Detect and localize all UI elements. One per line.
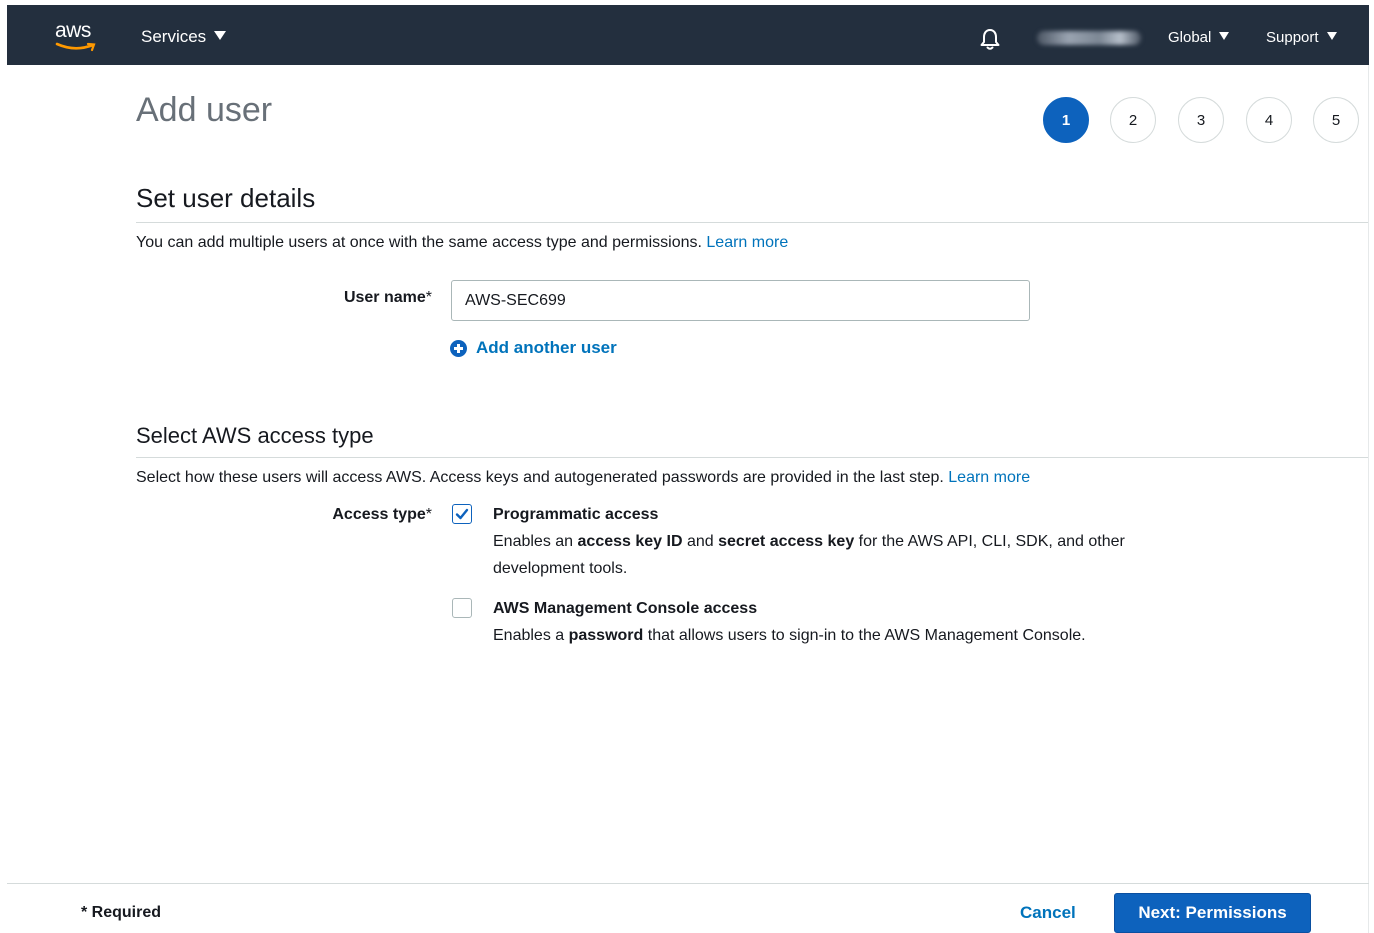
user-name-label: User name* <box>300 289 432 307</box>
region-label: Global <box>1168 29 1212 46</box>
console-access-title[interactable]: AWS Management Console access <box>493 600 757 618</box>
required-mark: * <box>425 289 432 306</box>
section-heading-user-details: Set user details <box>136 183 316 213</box>
chevron-down-icon <box>1219 32 1230 40</box>
checkmark-icon <box>455 508 469 520</box>
plus-circle-icon <box>450 339 467 357</box>
access-type-label-text: Access type <box>332 506 426 523</box>
wizard-step-2[interactable]: 2 <box>1110 97 1156 143</box>
wizard-step-5[interactable]: 5 <box>1313 97 1359 143</box>
desc-emphasis: access key ID <box>577 533 683 550</box>
support-label: Support <box>1266 29 1319 46</box>
add-another-user-link[interactable]: Add another user <box>450 338 617 358</box>
desc-text: and <box>682 533 719 550</box>
console-access-checkbox[interactable] <box>452 598 472 618</box>
region-menu[interactable]: Global <box>1168 29 1230 46</box>
cancel-button[interactable]: Cancel <box>1020 903 1076 923</box>
account-menu[interactable] <box>1037 31 1141 45</box>
top-nav-bar: aws Services Global Support <box>7 5 1369 65</box>
desc-text: Enables an <box>493 533 578 550</box>
content-right-border <box>1368 65 1369 933</box>
services-menu[interactable]: Services <box>141 27 227 47</box>
wizard-step-3[interactable]: 3 <box>1178 97 1224 143</box>
user-name-input[interactable] <box>451 280 1030 321</box>
user-details-description: You can add multiple users at once with … <box>136 234 788 252</box>
bell-icon[interactable] <box>979 27 1001 51</box>
wizard-step-1[interactable]: 1 <box>1043 97 1089 143</box>
wizard-step-4[interactable]: 4 <box>1246 97 1292 143</box>
aws-smile-icon <box>55 42 96 52</box>
programmatic-access-description: Enables an access key ID and secret acce… <box>493 528 1183 582</box>
desc-text: Enables a <box>493 627 569 644</box>
aws-logo[interactable]: aws <box>53 15 103 55</box>
section-heading-access-type: Select AWS access type <box>136 423 374 448</box>
required-note: * Required <box>81 904 162 921</box>
chevron-down-icon <box>214 31 227 40</box>
access-type-label: Access type* <box>290 506 432 524</box>
desc-emphasis: password <box>568 627 644 644</box>
programmatic-access-title[interactable]: Programmatic access <box>493 506 658 524</box>
user-details-description-text: You can add multiple users at once with … <box>136 234 702 251</box>
learn-more-link[interactable]: Learn more <box>948 469 1030 486</box>
learn-more-link[interactable]: Learn more <box>706 234 788 251</box>
section-divider <box>136 222 1368 223</box>
required-mark: * <box>425 506 432 523</box>
user-name-label-text: User name <box>343 289 426 306</box>
access-type-description: Select how these users will access AWS. … <box>136 469 1030 487</box>
console-access-description: Enables a password that allows users to … <box>493 622 1183 649</box>
aws-logo-text: aws <box>55 19 91 42</box>
access-type-description-text: Select how these users will access AWS. … <box>136 469 944 486</box>
services-label: Services <box>141 27 207 46</box>
next-permissions-button[interactable]: Next: Permissions <box>1114 893 1311 933</box>
footer-divider <box>7 883 1369 884</box>
support-menu[interactable]: Support <box>1266 29 1337 46</box>
section-divider <box>136 457 1368 458</box>
desc-emphasis: secret access key <box>718 533 855 550</box>
programmatic-access-checkbox[interactable] <box>452 504 472 524</box>
chevron-down-icon <box>1326 32 1337 40</box>
desc-text: that allows users to sign-in to the AWS … <box>643 627 1086 644</box>
add-another-user-label: Add another user <box>476 338 617 357</box>
page-title: Add user <box>136 91 273 129</box>
